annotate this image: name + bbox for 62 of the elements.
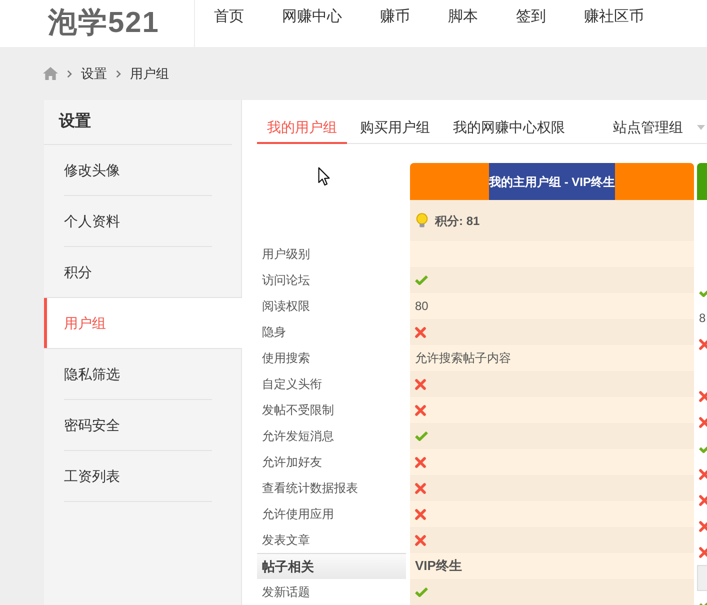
row-label: 发帖不受限制 [261, 402, 335, 419]
nav-link[interactable]: 赚社区币 [565, 0, 663, 47]
table-cell: 80 [410, 293, 694, 319]
row-label: 访问论坛 [261, 272, 311, 289]
cross-icon [699, 494, 707, 506]
section-header: 帖子相关 [257, 553, 406, 579]
tab[interactable]: 我的网赚中心权限 [443, 113, 575, 144]
sidebar-item[interactable]: 工资列表 [44, 451, 241, 501]
row-label: 发新话题 [261, 584, 311, 601]
mouse-pointer-icon [318, 167, 330, 186]
check-icon [415, 275, 428, 285]
sidebar-item[interactable]: 隐私筛选 [44, 349, 241, 399]
check-icon [415, 587, 428, 597]
cross-icon [699, 520, 707, 532]
points-value: 积分: 81 [435, 212, 480, 230]
cross-icon [699, 338, 707, 350]
cross-icon [415, 404, 426, 416]
cross-icon [415, 482, 426, 494]
row-label: 允许加好友 [261, 454, 323, 471]
sidebar-item[interactable]: 积分 [44, 247, 241, 297]
row-label: 查看统计数据报表 [261, 480, 359, 497]
chevron-right-icon [67, 70, 72, 78]
chevron-right-icon [116, 70, 121, 78]
site-logo[interactable]: 泡学521 [48, 9, 160, 38]
nav-link[interactable]: 脚本 [429, 0, 497, 47]
home-icon [43, 67, 58, 80]
row-label: 允许使用应用 [261, 506, 335, 523]
tab[interactable]: 购买用户组 [350, 113, 440, 144]
sidebar-title: 设置 [58, 112, 92, 132]
cross-icon [699, 416, 707, 428]
nav-link[interactable]: 首页 [195, 0, 263, 47]
lightbulb-icon [416, 213, 428, 228]
caret-down-icon [697, 125, 705, 130]
row-label: 允许发短消息 [261, 428, 335, 445]
cross-icon [415, 326, 426, 338]
table-cell: 允许搜索帖子内容 [410, 345, 694, 371]
row-label: 自定义头衔 [261, 376, 323, 393]
sidebar-item[interactable]: 修改头像 [44, 145, 241, 195]
table-cell: VIP终生 [410, 553, 694, 579]
row-label: 用户级别 [261, 246, 311, 263]
nav-link[interactable]: 赚币 [361, 0, 429, 47]
breadcrumb-link[interactable]: 设置 [81, 64, 107, 82]
cross-icon [699, 390, 707, 402]
nav-link[interactable]: 签到 [497, 0, 565, 47]
cross-icon [699, 546, 707, 558]
row-label: 使用搜索 [261, 350, 311, 367]
check-icon [415, 431, 428, 441]
cross-icon [415, 508, 426, 520]
sidebar-item[interactable]: 密码安全 [44, 400, 241, 450]
dropdown-tab[interactable]: 站点管理组 [603, 113, 705, 144]
cross-icon [699, 468, 707, 480]
cross-icon [415, 534, 426, 546]
nav-link[interactable]: 网赚中心 [263, 0, 361, 47]
sidebar-item[interactable]: 个人资料 [44, 196, 241, 246]
table-cell [697, 565, 707, 591]
row-label: 发表文章 [261, 532, 311, 549]
breadcrumb-current: 用户组 [130, 64, 169, 82]
cross-icon [415, 456, 426, 468]
table-cell: 8 [699, 311, 706, 325]
cross-icon [415, 378, 426, 390]
row-label: 阅读权限 [261, 298, 311, 315]
row-label: 隐身 [261, 324, 287, 341]
